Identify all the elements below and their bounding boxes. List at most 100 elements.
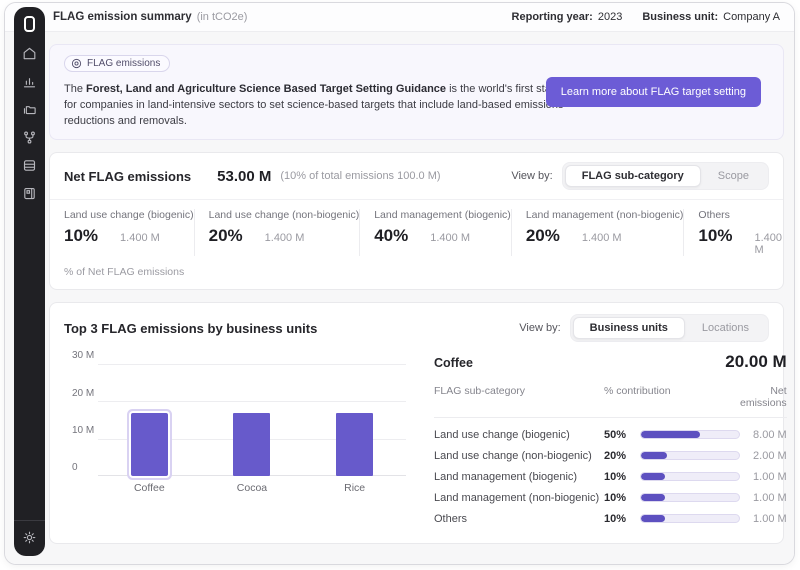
stat-pct: 40% (374, 226, 408, 246)
col-net-emissions: Net emissions (740, 385, 787, 409)
database-icon[interactable] (22, 158, 37, 173)
top3-card: Top 3 FLAG emissions by business units V… (49, 302, 784, 544)
badge-label: FLAG emissions (87, 58, 160, 69)
y-tick: 20 M (72, 388, 94, 399)
toggle-scope[interactable]: Scope (701, 165, 766, 187)
viewby-label: View by: (519, 322, 560, 334)
main-content: FLAG emissions The Forest, Land and Agri… (5, 32, 794, 564)
stat-value: 1.400 M (754, 232, 782, 256)
col-subcategory: FLAG sub-category (434, 385, 604, 409)
stat-land-mgmt-nonbiogenic: Land management (non-biogenic) 20%1.400 … (511, 209, 684, 256)
top3-header: Top 3 FLAG emissions by business units V… (50, 303, 783, 346)
table-row: Land management (biogenic) 10% 1.00 M (434, 466, 787, 487)
detail-rows: Land use change (biogenic) 50% 8.00 M La… (434, 418, 787, 529)
business-unit-value: Company A (723, 11, 780, 23)
top3-body: 30 M 20 M 10 M 0 (50, 346, 783, 543)
progress-fill (641, 452, 667, 459)
bar-coffee[interactable] (131, 413, 168, 476)
toggle-business-units[interactable]: Business units (573, 317, 685, 339)
progress-fill (641, 431, 700, 438)
row-value: 8.00 M (740, 429, 787, 441)
x-labels: Coffee Cocoa Rice (98, 482, 406, 494)
progress-bar (640, 472, 740, 481)
progress-bar (640, 430, 740, 439)
page-title-unit: (in tCO2e) (197, 11, 248, 23)
header-filters: Reporting year: 2023 Business unit: Compan… (512, 11, 780, 23)
row-pct: 10% (604, 492, 640, 504)
flag-description: The Forest, Land and Agriculture Science… (64, 81, 584, 129)
row-pct: 10% (604, 513, 640, 525)
viewby-label: View by: (511, 170, 552, 182)
sidebar-footer (14, 520, 45, 556)
learn-more-button[interactable]: Learn more about FLAG target setting (546, 77, 761, 107)
folders-icon[interactable] (22, 102, 37, 117)
net-flag-header: Net FLAG emissions 53.00 M (10% of total… (50, 153, 783, 199)
row-value: 1.00 M (740, 492, 787, 504)
flag-info-banner: FLAG emissions The Forest, Land and Agri… (49, 44, 784, 140)
business-unit-detail: Coffee 20.00 M FLAG sub-category % contr… (416, 348, 789, 529)
top3-viewby: View by: Business units Locations (519, 314, 769, 342)
business-unit[interactable]: Business unit: Company A (642, 11, 780, 23)
analytics-icon[interactable] (22, 74, 37, 89)
net-flag-stats: Land use change (biogenic) 10%1.400 M La… (50, 199, 783, 258)
stat-label: Land management (biogenic) (374, 209, 511, 221)
x-label-rice: Rice (325, 482, 385, 494)
flag-description-prefix: The (64, 83, 86, 95)
x-label-cocoa: Cocoa (222, 482, 282, 494)
progress-bar (640, 493, 740, 502)
net-flag-viewby: View by: FLAG sub-category Scope (511, 162, 769, 190)
table-row: Land use change (biogenic) 50% 8.00 M (434, 424, 787, 445)
stat-land-use-biogenic: Land use change (biogenic) 10%1.400 M (64, 209, 194, 256)
sidebar (14, 7, 45, 556)
reporting-year[interactable]: Reporting year: 2023 (512, 11, 623, 23)
reporting-year-value: 2023 (598, 11, 622, 23)
settings-gear-icon[interactable] (22, 530, 37, 545)
progress-fill (641, 473, 665, 480)
home-icon[interactable] (22, 46, 37, 61)
progress-bar (640, 514, 740, 523)
journal-icon[interactable] (22, 186, 37, 201)
progress-fill (641, 515, 665, 522)
table-row: Others 10% 1.00 M (434, 508, 787, 529)
net-flag-value: 53.00 M (217, 168, 271, 185)
row-value: 2.00 M (740, 450, 787, 462)
stat-label: Land use change (non-biogenic) (209, 209, 360, 221)
detail-total: 20.00 M (725, 352, 786, 372)
bars (98, 364, 406, 476)
detail-header: Coffee 20.00 M (434, 350, 787, 378)
toggle-locations[interactable]: Locations (685, 317, 766, 339)
business-unit-label: Business unit: (642, 11, 718, 23)
row-value: 1.00 M (740, 513, 787, 525)
toggle-flag-subcategory[interactable]: FLAG sub-category (565, 165, 701, 187)
bar-cocoa[interactable] (233, 413, 270, 476)
row-pct: 20% (604, 450, 640, 462)
row-label: Others (434, 513, 604, 525)
row-label: Land management (non-biogenic) (434, 492, 604, 504)
stat-land-mgmt-biogenic: Land management (biogenic) 40%1.400 M (359, 209, 511, 256)
stat-value: 1.400 M (582, 232, 622, 244)
y-tick: 10 M (72, 425, 94, 436)
top3-title: Top 3 FLAG emissions by business units (64, 321, 317, 336)
page-title: FLAG emission summary (53, 11, 192, 23)
net-flag-toggle: FLAG sub-category Scope (562, 162, 769, 190)
stat-label: Land management (non-biogenic) (526, 209, 684, 221)
row-pct: 10% (604, 471, 640, 483)
y-tick: 30 M (72, 350, 94, 361)
stat-pct: 10% (64, 226, 98, 246)
bar-rice[interactable] (336, 413, 373, 476)
top3-toggle: Business units Locations (570, 314, 769, 342)
progress-bar (640, 451, 740, 460)
stat-pct: 20% (209, 226, 243, 246)
row-label: Land use change (biogenic) (434, 429, 604, 441)
reporting-year-label: Reporting year: (512, 11, 593, 23)
net-flag-card: Net FLAG emissions 53.00 M (10% of total… (49, 152, 784, 290)
chart-plot (98, 364, 406, 476)
git-branch-icon[interactable] (22, 130, 37, 145)
stat-land-use-nonbiogenic: Land use change (non-biogenic) 20%1.400 … (194, 209, 360, 256)
flag-emissions-badge-icon (71, 58, 82, 69)
table-row: Land use change (non-biogenic) 20% 2.00 … (434, 445, 787, 466)
detail-column-headers: FLAG sub-category % contribution Net emi… (434, 378, 787, 418)
bar-chart: 30 M 20 M 10 M 0 (64, 348, 416, 500)
row-label: Land management (biogenic) (434, 471, 604, 483)
app-logo-icon[interactable] (24, 16, 35, 32)
